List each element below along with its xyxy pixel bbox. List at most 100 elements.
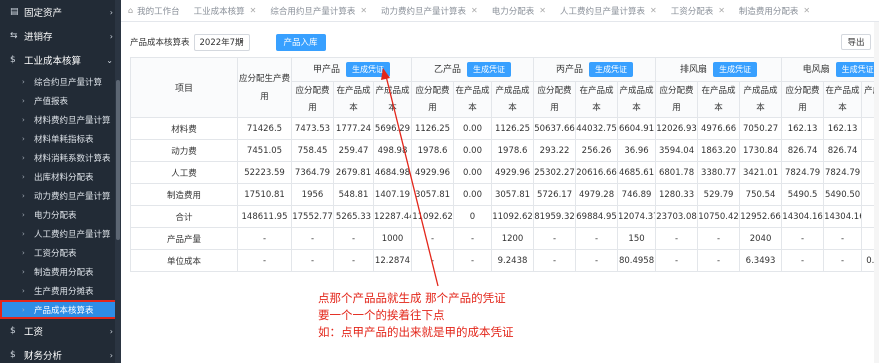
sidebar-item-label: 材料费约旦产量计算 (34, 115, 111, 126)
table-cell: 0.00 (453, 117, 493, 140)
product-header-jia: 甲产品 生成凭证 (290, 57, 413, 82)
chevron-right-icon: › (109, 326, 113, 336)
table-cell: 36.96 (617, 139, 657, 162)
table-cell: 259.47 (333, 139, 374, 162)
sidebar-group-wages[interactable]: $ 工资 › (0, 319, 121, 343)
tab-wage-allocation[interactable]: 工资分配表 ✕ (664, 0, 732, 21)
export-button[interactable]: 导出 (841, 34, 871, 50)
chevron-right-icon: › (22, 77, 25, 86)
table-row: 人工费 52223.59 7364.79 2679.81 4684.98 4929.96 0… (130, 161, 879, 184)
tab-labor-output[interactable]: 人工费约旦产量计算表 ✕ (553, 0, 664, 21)
sidebar-item-label: 制造费用分配表 (34, 267, 94, 278)
table-cell: - (411, 227, 455, 250)
chevron-right-icon: › (22, 305, 25, 314)
sidebar-item-label: 工资分配表 (34, 248, 77, 259)
table-cell: - (411, 249, 455, 272)
table-cell: 1280.33 (655, 183, 699, 206)
table-cell: 826.74 (781, 139, 825, 162)
sidebar-item-power-output[interactable]: › 动力费约旦产量计算 (0, 186, 121, 205)
table-cell: 3421.01 (739, 161, 783, 184)
product-name: 排风扇 (680, 65, 708, 75)
table-cell: 162.13 (823, 117, 863, 140)
chevron-right-icon: › (22, 210, 25, 219)
table-cell: 17552.77 (291, 205, 334, 228)
table-cell: - (823, 227, 863, 250)
table-row: 合计 148611.95 17552.77 5265.33 12287.44 11092.… (130, 205, 879, 228)
period-select[interactable]: 2022年7期 ▾ (193, 33, 250, 51)
sidebar-item-label: 材料单耗指标表 (34, 134, 94, 145)
sidebar: ▤ 固定资产 › ⇆ 进销存 › $ 工业成本核算 ⌄ › 综合约旦产量计算 › 产… (0, 0, 121, 363)
sidebar-group-inventory[interactable]: ⇆ 进销存 › (0, 24, 121, 48)
sidebar-group-financial-analysis[interactable]: $ 财务分析 › (0, 343, 121, 363)
close-icon[interactable]: ✕ (360, 6, 367, 15)
sidebar-item-material-coefficient[interactable]: › 材料消耗系数计算表 (0, 148, 121, 167)
main-scrollbar[interactable] (874, 22, 879, 363)
dollar-icon: $ (10, 326, 16, 336)
alloc-cost-cell: 7451.05 (237, 139, 292, 162)
sidebar-item-manufacturing-overhead[interactable]: › 制造费用分配表 (0, 262, 121, 281)
generate-voucher-button-yi[interactable]: 生成凭证 (467, 62, 512, 77)
tab-manufacturing-overhead[interactable]: 制造费用分配表 ✕ (732, 0, 817, 21)
row-label: 人工费 (130, 161, 238, 184)
sidebar-item-product-cost-accounting[interactable]: › 产品成本核算表 (0, 300, 121, 319)
tab-industrial-cost[interactable]: 工业成本核算 ✕ (187, 0, 264, 21)
sidebar-item-production-cost-split[interactable]: › 生产费用分摊表 (0, 281, 121, 300)
sidebar-item-output-value-report[interactable]: › 产值报表 (0, 91, 121, 110)
table-cell: 12287.44 (372, 205, 413, 228)
table-cell: 293.22 (533, 139, 577, 162)
product-in-button[interactable]: 产品入库 (275, 33, 326, 51)
sidebar-group-fixed-assets[interactable]: ▤ 固定资产 › (0, 0, 121, 24)
table-cell: 23703.08 (655, 205, 699, 228)
close-icon[interactable]: ✕ (718, 6, 725, 15)
table-cell: 2040 (739, 227, 783, 250)
table-cell: 1000 (372, 227, 413, 250)
tab-combined-output[interactable]: 综合用约旦产量计算表 ✕ (263, 0, 374, 21)
sidebar-group-industrial-cost[interactable]: $ 工业成本核算 ⌄ (0, 48, 121, 72)
close-icon[interactable]: ✕ (250, 6, 257, 15)
table-cell: 6801.78 (655, 161, 699, 184)
close-icon[interactable]: ✕ (471, 6, 478, 15)
sidebar-item-electricity[interactable]: › 电力分配表 (0, 205, 121, 224)
dollar-icon: $ (10, 350, 16, 360)
table-cell: - (575, 227, 619, 250)
sidebar-item-labor-output[interactable]: › 人工费约旦产量计算 (0, 224, 121, 243)
table-cell: 44032.75 (575, 117, 619, 140)
inventory-icon: ⇆ (10, 31, 18, 41)
chevron-right-icon: › (22, 286, 25, 295)
close-icon[interactable]: ✕ (803, 6, 810, 15)
tab-workbench[interactable]: ⌂ 我的工作台 (121, 0, 187, 21)
sidebar-group-label: 工资 (24, 327, 44, 338)
sidebar-item-material-output[interactable]: › 材料费约旦产量计算 (0, 110, 121, 129)
sidebar-item-outbound-material[interactable]: › 出库材料分配表 (0, 167, 121, 186)
sidebar-item-material-consumption-index[interactable]: › 材料单耗指标表 (0, 129, 121, 148)
generate-voucher-button-bing[interactable]: 生成凭证 (589, 62, 634, 77)
table-cell: - (291, 227, 334, 250)
generate-voucher-button-exhaust-fan[interactable]: 生成凭证 (713, 62, 758, 77)
sub-header-cell: 应分配费用 (533, 81, 577, 118)
tab-label: 我的工作台 (137, 6, 180, 17)
chevron-right-icon: › (22, 115, 25, 124)
close-icon[interactable]: ✕ (650, 6, 657, 15)
sidebar-item-wage-allocation[interactable]: › 工资分配表 (0, 243, 121, 262)
product-header-exhaust-fan: 排风扇 生成凭证 (655, 57, 783, 82)
tab-label: 工资分配表 (670, 6, 714, 17)
table-cell: - (533, 249, 577, 272)
chevron-right-icon: › (109, 31, 113, 41)
sidebar-item-combined-output[interactable]: › 综合约旦产量计算 (0, 72, 121, 91)
close-icon[interactable]: ✕ (539, 6, 546, 15)
table-cell: 12952.66 (739, 205, 783, 228)
chevron-right-icon: › (109, 350, 113, 360)
tab-electricity[interactable]: 电力分配表 ✕ (485, 0, 553, 21)
tab-power-output[interactable]: 动力费约旦产量计算表 ✕ (374, 0, 485, 21)
table-cell: 7050.27 (739, 117, 783, 140)
sidebar-group-label: 工业成本核算 (24, 56, 82, 67)
chevron-right-icon: › (22, 248, 25, 257)
annotation-line: 如：点甲产品的出来就是甲的成本凭证 (318, 325, 514, 339)
generate-voucher-button-jia[interactable]: 生成凭证 (346, 62, 391, 77)
table-cell: 1863.20 (697, 139, 741, 162)
table-cell: 529.79 (697, 183, 741, 206)
sidebar-item-label: 产值报表 (34, 96, 69, 107)
scrollbar-thumb[interactable] (116, 80, 120, 240)
generate-voucher-button-electric-fan[interactable]: 生成凭证 (835, 62, 879, 77)
table-cell: - (697, 227, 741, 250)
